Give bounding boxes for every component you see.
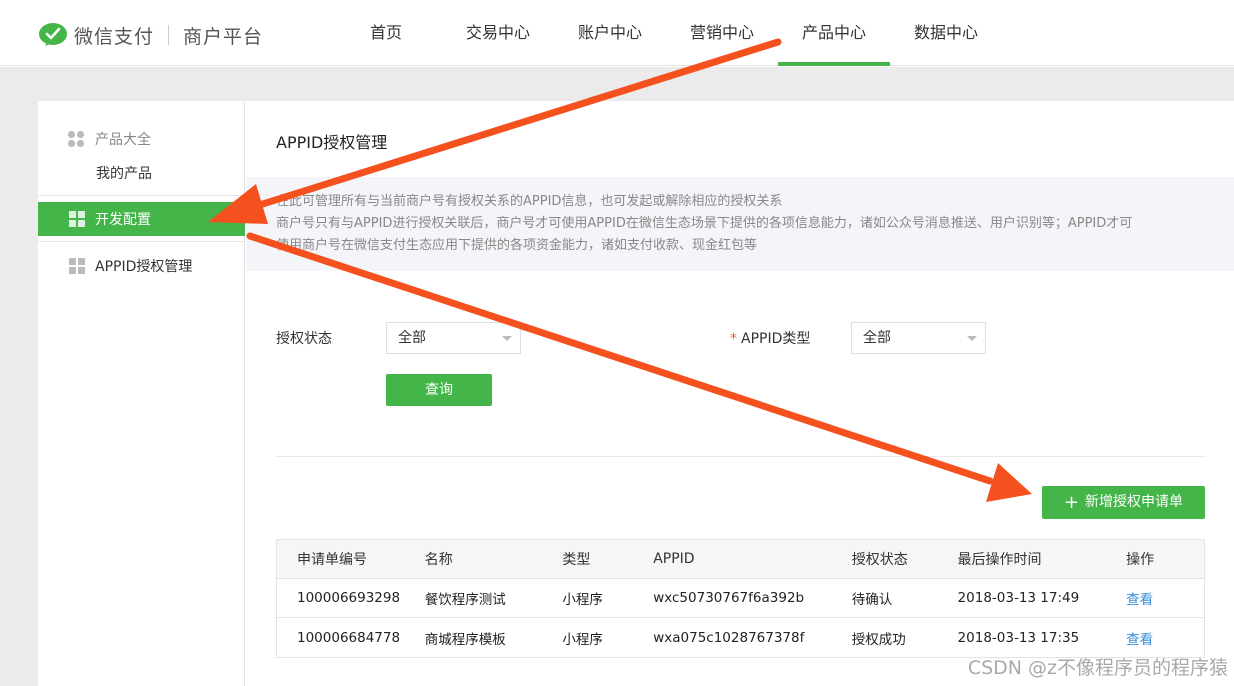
watermark: CSDN @z不像程序员的程序猿 xyxy=(967,657,1228,679)
nav-account-center[interactable]: 账户中心 xyxy=(554,0,666,66)
table-row: 100006693298 餐饮程序测试 小程序 wxc50730767f6a39… xyxy=(277,579,1204,618)
sidebar-item-label: 开发配置 xyxy=(95,212,151,228)
main-nav: 首页 交易中心 账户中心 营销中心 产品中心 数据中心 xyxy=(330,0,1002,66)
logo-text: 微信支付 xyxy=(74,25,155,48)
sidebar-item-label: APPID授权管理 xyxy=(95,259,193,275)
auth-request-table: 申请单编号 名称 类型 APPID 授权状态 最后操作时间 操作 1000066… xyxy=(276,539,1205,658)
query-button[interactable]: 查询 xyxy=(386,374,492,406)
column-header-type: 类型 xyxy=(562,552,591,568)
sidebar-divider xyxy=(38,195,245,196)
cell-request-id: 100006684778 xyxy=(297,629,401,646)
view-link[interactable]: 查看 xyxy=(1126,588,1204,608)
section-divider xyxy=(276,456,1206,457)
logo[interactable]: 微信支付 商户平台 xyxy=(38,20,263,50)
column-header-auth-status: 授权状态 xyxy=(851,552,908,568)
column-header-appid: APPID xyxy=(653,551,695,567)
cell-appid: wxa075c1028767378f xyxy=(653,629,805,646)
auth-status-value: 全部 xyxy=(398,330,426,346)
appid-type-label-text: APPID类型 xyxy=(741,331,811,347)
platform-name: 商户平台 xyxy=(183,25,264,48)
sidebar-group-all-products: 产品大全 xyxy=(67,129,151,149)
notice-line: 使用商户号在微信支付生态应用下提供的各项资金能力，诸如支付收款、现金红包等 xyxy=(276,238,758,253)
nav-home[interactable]: 首页 xyxy=(330,0,442,66)
notice-line: 商户号只有与APPID进行授权关联后，商户号才可使用APPID在微信生态场景下提… xyxy=(276,216,1133,231)
cell-auth-status: 待确认 xyxy=(851,592,893,608)
column-header-last-op-time: 最后操作时间 xyxy=(957,552,1042,568)
sidebar-item-dev-config[interactable]: 开发配置 xyxy=(38,202,245,236)
sidebar: 产品大全 我的产品 开发配置 APPID授权管理 xyxy=(38,101,245,686)
nav-trade-center[interactable]: 交易中心 xyxy=(442,0,554,66)
cell-type: 小程序 xyxy=(562,592,603,608)
table-row: 100006684778 商城程序模板 小程序 wxa075c102876737… xyxy=(277,618,1204,657)
page-title: APPID授权管理 xyxy=(276,133,388,152)
column-header-name: 名称 xyxy=(424,552,453,568)
auth-status-select[interactable]: 全部 xyxy=(386,322,521,354)
plus-icon: + xyxy=(1063,492,1080,513)
column-header-request-id: 申请单编号 xyxy=(297,552,367,568)
appid-type-label: * APPID类型 xyxy=(730,328,810,348)
view-link[interactable]: 查看 xyxy=(1126,628,1204,648)
nav-product-center[interactable]: 产品中心 xyxy=(778,0,890,66)
cell-last-op-time: 2018-03-13 17:49 xyxy=(957,590,1080,606)
sidebar-item-my-products[interactable]: 我的产品 xyxy=(96,163,152,183)
required-mark: * xyxy=(730,331,737,347)
chevron-down-icon xyxy=(967,336,977,341)
chevron-down-icon xyxy=(502,336,512,341)
column-header-action: 操作 xyxy=(1126,552,1155,568)
sidebar-group-label: 产品大全 xyxy=(95,132,151,148)
cell-name: 餐饮程序测试 xyxy=(424,592,506,608)
notice-line: 在此可管理所有与当前商户号有授权关系的APPID信息，也可发起或解除相应的授权关… xyxy=(276,194,783,209)
auth-status-label: 授权状态 xyxy=(276,331,332,347)
products-grid-icon xyxy=(67,130,85,148)
info-notice: 在此可管理所有与当前商户号有授权关系的APPID信息，也可发起或解除相应的授权关… xyxy=(246,177,1234,271)
wechat-pay-logo-icon xyxy=(39,23,67,46)
table-header: 申请单编号 名称 类型 APPID 授权状态 最后操作时间 操作 xyxy=(277,540,1204,579)
nav-data-center[interactable]: 数据中心 xyxy=(890,0,1002,66)
appid-type-select[interactable]: 全部 xyxy=(851,322,986,354)
cell-auth-status: 授权成功 xyxy=(851,631,906,648)
add-auth-request-label: 新增授权申请单 xyxy=(1085,494,1184,510)
sidebar-divider xyxy=(38,241,245,242)
cell-last-op-time: 2018-03-13 17:35 xyxy=(957,629,1080,646)
logo-divider xyxy=(168,25,170,45)
grid-icon xyxy=(69,211,85,227)
grid-icon xyxy=(69,258,85,274)
cell-appid: wxc50730767f6a392b xyxy=(653,590,805,606)
appid-type-value: 全部 xyxy=(863,330,891,346)
cell-type: 小程序 xyxy=(562,631,603,648)
add-auth-request-button[interactable]: + 新增授权申请单 xyxy=(1042,486,1205,519)
cell-request-id: 100006693298 xyxy=(297,590,401,606)
top-bar: 微信支付 商户平台 首页 交易中心 账户中心 营销中心 产品中心 数据中心 xyxy=(0,0,1234,66)
nav-marketing-center[interactable]: 营销中心 xyxy=(666,0,778,66)
main-panel: 产品大全 我的产品 开发配置 APPID授权管理 APPID授权管理 在此可管理… xyxy=(38,101,1234,686)
cell-name: 商城程序模板 xyxy=(424,631,506,648)
content-area: APPID授权管理 在此可管理所有与当前商户号有授权关系的APPID信息，也可发… xyxy=(246,101,1234,686)
sidebar-item-appid-auth[interactable]: APPID授权管理 xyxy=(38,249,245,283)
